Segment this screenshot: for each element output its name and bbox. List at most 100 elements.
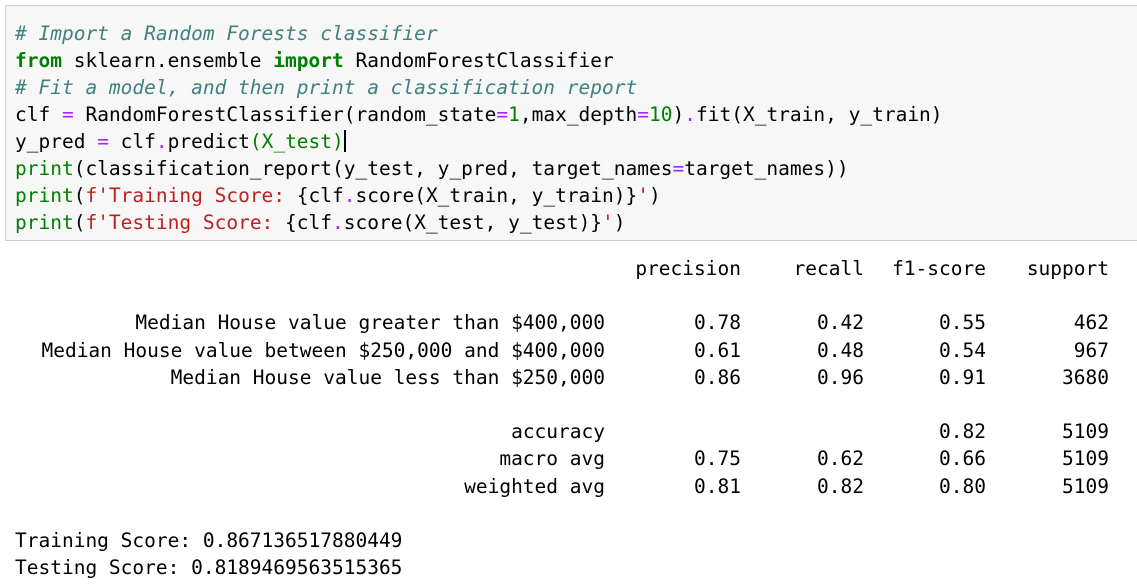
report-class-rows: Median House value greater than $400,000… <box>15 309 1109 391</box>
report-row-precision: 0.78 <box>694 311 741 335</box>
report-row-precision: 0.81 <box>694 474 741 498</box>
code-token: = <box>637 103 650 126</box>
report-row-f1: 0.66 <box>939 447 986 471</box>
code-token: ) <box>672 103 685 126</box>
training-score-text: Training Score: 0.867136517880449 <box>15 528 403 552</box>
code-token: RandomForestClassifier(random_state <box>73 103 497 126</box>
code-line: y_pred = clf.predict(X_test) <box>15 128 943 155</box>
report-row-support: 967 <box>1073 338 1109 362</box>
code-token: ( <box>73 211 86 234</box>
report-summary-rows: accuracy 0.82 5109 macro avg 0.75 0.62 0.66 510… <box>15 418 1109 500</box>
report-row-support: 462 <box>1073 311 1109 335</box>
code-line: print(classification_report(y_test, y_pr… <box>15 155 943 182</box>
code-token: print <box>15 184 74 207</box>
code-line: print(f'Training Score: {clf.score(X_tra… <box>15 182 943 209</box>
report-row-support: 3680 <box>1062 365 1109 389</box>
code-token: = <box>672 157 685 180</box>
code-token: ' <box>602 211 614 234</box>
report-row-label: accuracy <box>511 420 605 444</box>
code-token: ) <box>613 211 626 234</box>
code-token: fit(X_train, y_train) <box>696 103 943 126</box>
code-line: clf = RandomForestClassifier(random_stat… <box>15 101 943 128</box>
code-token: score(X_train, y_train)} <box>355 184 638 207</box>
code-token: clf <box>108 130 156 153</box>
code-token: # Fit a model, and then print a classifi… <box>15 76 638 99</box>
report-row-precision: 0.75 <box>694 447 741 471</box>
code-token: ' <box>637 184 650 207</box>
code-token: score(X_test, y_test)} <box>343 211 603 234</box>
code-token: clf <box>15 103 62 126</box>
report-row-label: Median House value less than $250,000 <box>170 365 605 389</box>
report-row-recall: 0.62 <box>817 447 864 471</box>
code-token: (X_test) <box>249 130 344 153</box>
code-token: from <box>15 49 62 72</box>
code-token: print <box>15 157 74 180</box>
code-token: print <box>15 211 74 234</box>
code-token: = <box>496 103 509 126</box>
report-header-precision: precision <box>635 257 741 280</box>
report-row-recall: 0.42 <box>817 311 864 335</box>
report-row-recall: 0.82 <box>817 474 864 498</box>
code-line: print(f'Testing Score: {clf.score(X_test… <box>15 209 943 236</box>
code-cell[interactable]: # Import a Random Forests classifier from… <box>5 5 1137 241</box>
report-row-precision: 0.61 <box>694 338 741 362</box>
report-row-support: 5109 <box>1062 420 1109 444</box>
report-row-support: 5109 <box>1062 447 1109 471</box>
code-token: ) <box>649 184 661 207</box>
report-row-support: 5109 <box>1062 474 1109 498</box>
report-row-precision: 0.86 <box>694 365 741 389</box>
code-token: . <box>343 184 356 207</box>
code-token: f'Training Score: <box>85 184 297 207</box>
code-editor[interactable]: # Import a Random Forests classifier from… <box>15 20 943 236</box>
report-row: weighted avg 0.81 0.82 0.80 5109 <box>15 473 1109 500</box>
code-token: target_names)) <box>684 157 849 180</box>
code-token: = <box>97 130 109 153</box>
report-row-f1: 0.54 <box>939 338 986 362</box>
code-token: predict <box>167 130 250 153</box>
code-line: # Import a Random Forests classifier <box>15 20 943 47</box>
code-token: 1 <box>508 103 520 126</box>
code-line: from sklearn.ensemble import RandomFores… <box>15 47 943 74</box>
code-token: import <box>273 49 344 72</box>
code-token: y_pred <box>15 130 98 153</box>
code-token: f'Testing Score: <box>85 211 286 234</box>
report-row-label: macro avg <box>499 447 605 471</box>
report-header-recall: recall <box>793 257 864 280</box>
report-row-recall: 0.48 <box>817 338 864 362</box>
report-row: accuracy 0.82 5109 <box>15 418 1109 445</box>
report-row-label: weighted avg <box>464 474 605 498</box>
report-header-f1: f1-score <box>892 257 986 280</box>
text-cursor <box>343 130 346 152</box>
code-token: {clf <box>285 211 333 234</box>
report-header-support: support <box>1026 257 1109 280</box>
report-row: Median House value less than $250,000 0.8… <box>15 364 1109 391</box>
report-row-label: Median House value greater than $400,000 <box>135 311 605 335</box>
testing-score-text: Testing Score: 0.8189469563515365 <box>15 556 403 580</box>
code-token: {clf <box>296 184 344 207</box>
report-header-row: precision recall f1-score support <box>15 255 1109 282</box>
report-row-f1: 0.82 <box>939 420 986 444</box>
code-token: . <box>332 211 344 234</box>
code-token: RandomForestClassifier <box>343 49 614 72</box>
code-token: (classification_report(y_test, y_pred, t… <box>73 157 673 180</box>
report-row-f1: 0.55 <box>939 311 986 335</box>
code-token: ,max_depth <box>519 103 638 126</box>
report-row-recall: 0.96 <box>817 365 864 389</box>
report-row-f1: 0.91 <box>939 365 986 389</box>
report-row: macro avg 0.75 0.62 0.66 5109 <box>15 445 1109 472</box>
code-token: # Import a Random Forests classifier <box>15 22 438 45</box>
code-token: sklearn.ensemble <box>61 49 274 72</box>
code-token: 10 <box>649 103 673 126</box>
code-line: # Fit a model, and then print a classifi… <box>15 74 943 101</box>
cell-output: precision recall f1-score support Median Ho… <box>15 255 1109 581</box>
report-row-f1: 0.80 <box>939 474 986 498</box>
code-token: . <box>155 130 168 153</box>
code-token: ( <box>73 184 86 207</box>
code-token: = <box>61 103 74 126</box>
report-row: Median House value greater than $400,000… <box>15 309 1109 336</box>
code-token: . <box>684 103 696 126</box>
report-row: Median House value between $250,000 and … <box>15 337 1109 364</box>
